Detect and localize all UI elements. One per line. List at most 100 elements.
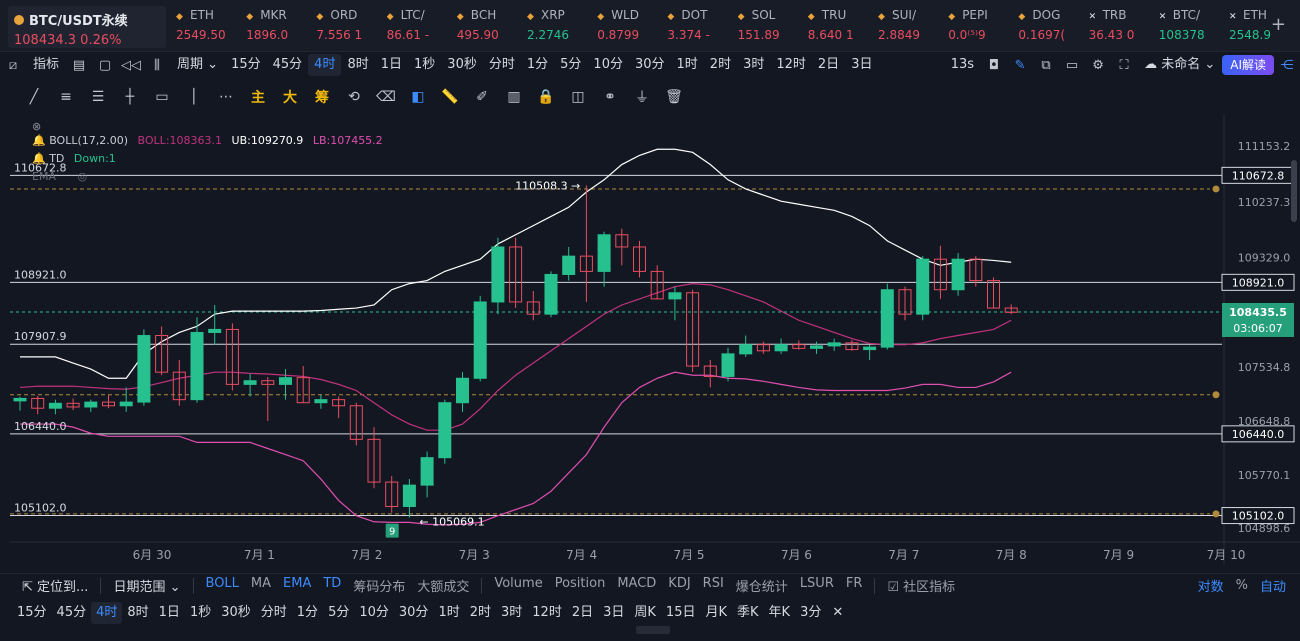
link-icon[interactable]: ⚭ [596, 89, 624, 105]
layout-name-dropdown[interactable]: ☁ 未命名 ⌄ [1137, 54, 1222, 76]
vertical-line-icon[interactable]: │ [180, 89, 208, 105]
log-scale-toggle[interactable]: 对数 [1192, 576, 1230, 595]
trash-icon[interactable]: 🗑 [660, 89, 688, 105]
parallel-channel-icon[interactable]: ≡ [52, 89, 80, 105]
period-tab[interactable]: 3时 [737, 54, 770, 76]
bottom-period-tab[interactable]: 月K [700, 602, 732, 624]
ticker-item[interactable]: ◆ DOG 0.1697( [1018, 8, 1082, 48]
period-tab[interactable]: 10分 [587, 54, 629, 76]
pen-icon[interactable]: ✎ [1007, 58, 1033, 73]
bottom-period-tab[interactable]: 15分 [12, 602, 52, 624]
ticker-item[interactable]: ◆ ORD 7.556 1 [316, 8, 380, 48]
bottom-period-tab[interactable]: 1时 [433, 602, 464, 624]
period-tab[interactable]: 1分 [521, 54, 554, 76]
share-link-icon[interactable]: ⋲ [1274, 58, 1300, 73]
period-tab[interactable]: 4时 [308, 54, 342, 76]
sub-indicator-toggle[interactable]: Volume [488, 576, 548, 595]
period-tab[interactable]: 2时 [704, 54, 737, 76]
tool-large-label[interactable]: 大 [276, 87, 304, 107]
camera-icon[interactable]: ◘ [981, 58, 1007, 73]
chart-area[interactable]: 110508.3 → ← 105069.1 9 110672.8 108921.0 107… [10, 114, 1300, 574]
period-tab[interactable]: 分时 [483, 54, 521, 76]
horizontal-lines-icon[interactable]: ☰ [84, 89, 112, 105]
settings-icon[interactable]: ⚙ [1085, 58, 1111, 73]
sub-indicator-toggle[interactable]: MACD [611, 576, 662, 595]
period-tab[interactable]: 3日 [845, 54, 878, 76]
bottom-period-tab[interactable]: 4时 [91, 602, 123, 624]
period-tab[interactable]: 12时 [770, 54, 812, 76]
ticker-item[interactable]: ◆ PEPI 0.0⁽⁵⁾9 [948, 8, 1012, 48]
indicator-icon[interactable]: ⧄ [0, 58, 26, 73]
main-indicator-toggle[interactable]: MA [245, 576, 277, 595]
bottom-period-tab[interactable]: 分时 [256, 602, 292, 624]
bottom-period-tab[interactable]: 15日 [661, 602, 701, 624]
bottom-period-tab[interactable]: 30秒 [216, 602, 256, 624]
sub-indicator-toggle[interactable]: Position [549, 576, 612, 595]
sub-indicator-toggle[interactable]: KDJ [662, 576, 696, 595]
main-indicator-toggle[interactable]: EMA [277, 576, 317, 595]
sub-indicator-toggle[interactable]: LSUR [794, 576, 840, 595]
ticker-item[interactable]: ◆ WLD 0.8799 [597, 8, 661, 48]
period-tab[interactable]: 1时 [671, 54, 704, 76]
bottom-period-tab[interactable]: 3日 [598, 602, 629, 624]
bottom-period-tab[interactable]: 12时 [527, 602, 567, 624]
sync-icon[interactable]: ⟲ [340, 89, 368, 105]
period-tab[interactable]: 2日 [812, 54, 845, 76]
ticker-item[interactable]: ◆ DOT 3.374 - [667, 8, 731, 48]
candlestick-chart[interactable]: 110508.3 → ← 105069.1 9 110672.8 108921.0 107… [10, 114, 1300, 574]
period-dropdown[interactable]: 周期 ⌄ [170, 54, 225, 76]
ticker-item[interactable]: ◆ ETH 2549.50 [176, 8, 240, 48]
sub-indicator-toggle[interactable]: FR [840, 576, 869, 595]
more-icon[interactable]: ⋯ [212, 89, 240, 105]
tool-main-label[interactable]: 主 [244, 87, 272, 107]
trendline-icon[interactable]: ╱ [20, 89, 48, 105]
period-tab[interactable]: 5分 [554, 54, 587, 76]
hidden-eye-icon[interactable]: ◎ [77, 170, 87, 183]
ticker-item[interactable]: ◆ BCH 495.90 [457, 8, 521, 48]
ai-interpret-button[interactable]: AI解读 [1222, 55, 1274, 75]
calendar-icon[interactable]: ▤ [66, 58, 92, 73]
fullscreen-icon[interactable]: ⛶ [1111, 58, 1137, 73]
main-indicator-toggle[interactable]: 大额成交 [411, 576, 475, 595]
period-tab[interactable]: 45分 [267, 54, 309, 76]
bottom-period-tab[interactable]: 3分 [795, 602, 826, 624]
locate-button[interactable]: ⇱ 定位到... [16, 576, 94, 595]
period-tab[interactable]: 1日 [375, 54, 408, 76]
bottom-period-tab[interactable]: 45分 [52, 602, 92, 624]
bottom-period-tab[interactable]: 1秒 [185, 602, 216, 624]
ticker-item[interactable]: ◆ LTC/86.61 - [387, 8, 451, 48]
horizontal-ray-icon[interactable]: ┼ [116, 89, 144, 105]
main-indicator-toggle[interactable]: BOLL [200, 576, 245, 595]
main-indicator-toggle[interactable]: 筹码分布 [347, 576, 411, 595]
filter-icon[interactable]: ⏚ [628, 87, 656, 107]
ticker-item[interactable]: ✕ TRB 36.43 0 [1089, 8, 1153, 48]
collapse-legend-icon[interactable]: ⊗ [32, 120, 41, 133]
bottom-period-tab[interactable]: 2时 [465, 602, 496, 624]
ticker-item[interactable]: ◆ SOL 151.89 [738, 8, 802, 48]
main-indicator-toggle[interactable]: TD [317, 576, 347, 595]
ticker-item[interactable]: ◆ SUI/2.8849 [878, 8, 942, 48]
ruler-icon[interactable]: 📏 [436, 89, 464, 105]
rectangle-icon[interactable]: ▭ [148, 89, 176, 105]
percent-scale-toggle[interactable]: % [1230, 578, 1254, 593]
layout-icon[interactable]: ▢ [92, 58, 118, 73]
period-tab[interactable]: 1秒 [408, 54, 441, 76]
pattern-icon[interactable]: ▥ [500, 89, 528, 105]
sub-indicator-toggle[interactable]: 爆仓统计 [730, 576, 794, 595]
close-icon[interactable]: ✕ [826, 602, 849, 624]
ticker-item[interactable]: ✕ BTC/108378 [1159, 8, 1223, 48]
ticker-item[interactable]: ◆ XRP 2.2746 [527, 8, 591, 48]
bottom-period-tab[interactable]: 10分 [354, 602, 394, 624]
candle-type-icon[interactable]: ⫼ [144, 58, 170, 73]
bottom-period-tab[interactable]: 30分 [394, 602, 434, 624]
bottom-period-tab[interactable]: 1日 [154, 602, 185, 624]
bottom-period-tab[interactable]: 3时 [496, 602, 527, 624]
indicators-button[interactable]: 指标 [26, 54, 66, 76]
bottom-period-tab[interactable]: 8时 [122, 602, 153, 624]
bottom-period-tab[interactable]: 5分 [323, 602, 354, 624]
period-tab[interactable]: 15分 [225, 54, 267, 76]
ticker-item[interactable]: ◆ TRU 8.640 1 [808, 8, 872, 48]
bottom-period-tab[interactable]: 1分 [292, 602, 323, 624]
bottom-period-tab[interactable]: 季K [732, 602, 764, 624]
sub-indicator-toggle[interactable]: RSI [697, 576, 730, 595]
